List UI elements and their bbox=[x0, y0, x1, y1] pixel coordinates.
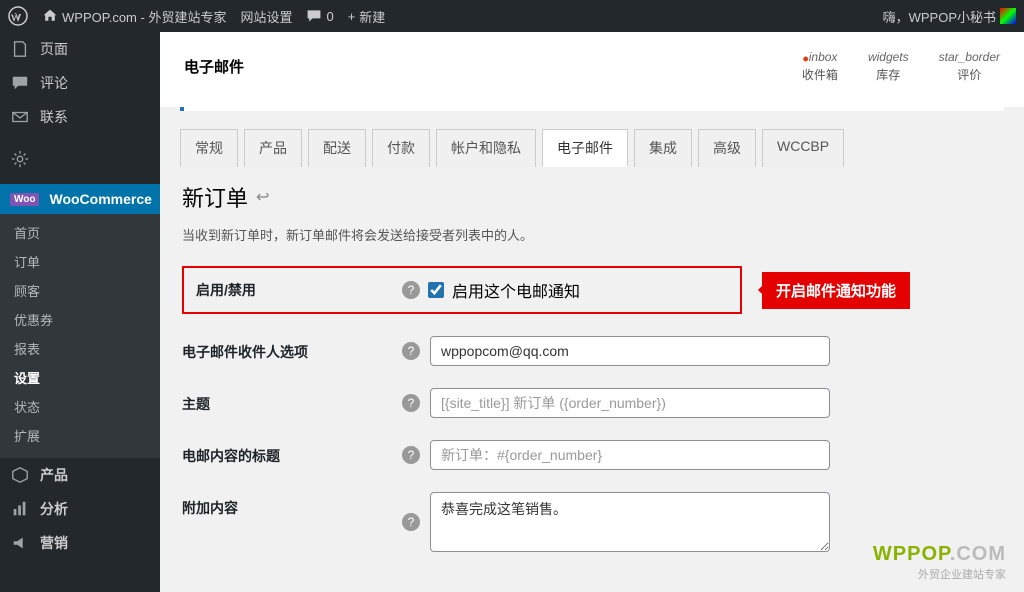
header-bar: 电子邮件 inbox 收件箱 widgets 库存 star_border 评价 bbox=[160, 32, 1024, 107]
comments-count: 0 bbox=[326, 9, 333, 24]
new-label: 新建 bbox=[359, 7, 385, 26]
recipient-label: 电子邮件收件人选项 bbox=[182, 336, 402, 362]
gear-icon bbox=[10, 149, 30, 169]
tab-wccbp[interactable]: WCCBP bbox=[762, 129, 844, 167]
sidebar-item-analytics[interactable]: 分析 bbox=[0, 492, 160, 526]
woocommerce-submenu: 首页 订单 顾客 优惠券 报表 设置 状态 扩展 bbox=[0, 214, 160, 458]
header-title: 电子邮件 bbox=[184, 56, 244, 77]
reviews-button[interactable]: star_border 评价 bbox=[939, 50, 1000, 83]
admin-bar: WPPOP.com - 外贸建站专家 网站设置 0 + 新建 嗨，WPPOP小秘… bbox=[0, 0, 1024, 32]
contact-icon bbox=[10, 107, 30, 127]
sub-home[interactable]: 首页 bbox=[0, 218, 160, 247]
tab-advanced[interactable]: 高级 bbox=[698, 129, 756, 167]
sub-customers[interactable]: 顾客 bbox=[0, 276, 160, 305]
main-content: 电子邮件 inbox 收件箱 widgets 库存 star_border 评价… bbox=[160, 32, 1024, 592]
enable-callout: 开启邮件通知功能 bbox=[762, 272, 910, 309]
tab-general[interactable]: 常规 bbox=[180, 129, 238, 167]
tab-integration[interactable]: 集成 bbox=[634, 129, 692, 167]
analytics-icon bbox=[10, 499, 30, 519]
settings-tabs: 常规 产品 配送 付款 帐户和隐私 电子邮件 集成 高级 WCCBP bbox=[160, 111, 1024, 167]
sidebar-label: 评论 bbox=[40, 73, 68, 93]
sidebar-item-contact[interactable]: 联系 bbox=[0, 100, 160, 134]
sub-extensions[interactable]: 扩展 bbox=[0, 421, 160, 450]
help-icon[interactable]: ? bbox=[402, 446, 420, 464]
widgets-button[interactable]: widgets 库存 bbox=[868, 50, 909, 83]
sidebar-item-products[interactable]: 产品 bbox=[0, 458, 160, 492]
sidebar-item-comments[interactable]: 评论 bbox=[0, 66, 160, 100]
tab-shipping[interactable]: 配送 bbox=[308, 129, 366, 167]
additional-label: 附加内容 bbox=[182, 492, 402, 518]
sidebar-label: 联系 bbox=[40, 107, 68, 127]
subject-label: 主题 bbox=[182, 388, 402, 414]
sidebar-item-settings-gear[interactable] bbox=[0, 142, 160, 176]
site-link[interactable]: WPPOP.com - 外贸建站专家 bbox=[42, 7, 226, 26]
sidebar-label: WooCommerce bbox=[49, 191, 151, 207]
heading-input[interactable] bbox=[430, 440, 830, 470]
enable-checkbox-label: 启用这个电邮通知 bbox=[452, 278, 580, 302]
sidebar-label: 分析 bbox=[40, 499, 68, 519]
plus-icon: + bbox=[348, 9, 356, 24]
wp-logo[interactable] bbox=[8, 6, 28, 26]
help-icon[interactable]: ? bbox=[402, 394, 420, 412]
user-greeting[interactable]: 嗨，WPPOP小秘书 bbox=[883, 7, 1016, 26]
heading-label: 电邮内容的标题 bbox=[182, 440, 402, 466]
greeting-text: 嗨，WPPOP小秘书 bbox=[883, 7, 996, 26]
sub-orders[interactable]: 订单 bbox=[0, 247, 160, 276]
star-text: 评价 bbox=[957, 66, 981, 83]
sidebar-label: 产品 bbox=[40, 465, 68, 485]
watermark-main: WPPOP bbox=[873, 543, 950, 565]
site-name: WPPOP.com - 外贸建站专家 bbox=[62, 7, 226, 26]
admin-sidebar: 页面 评论 联系 Woo WooCommerce 首页 订单 顾客 优惠券 报表… bbox=[0, 32, 160, 592]
tab-products[interactable]: 产品 bbox=[244, 129, 302, 167]
additional-textarea[interactable] bbox=[430, 492, 830, 552]
sub-coupons[interactable]: 优惠券 bbox=[0, 305, 160, 334]
site-settings-link[interactable]: 网站设置 bbox=[240, 7, 292, 26]
inbox-button[interactable]: inbox 收件箱 bbox=[802, 50, 838, 83]
watermark: WPPOP.COM 外贸企业建站专家 bbox=[873, 543, 1006, 582]
recipient-input[interactable] bbox=[430, 336, 830, 366]
sub-status[interactable]: 状态 bbox=[0, 392, 160, 421]
subject-input[interactable] bbox=[430, 388, 830, 418]
comments-icon bbox=[10, 73, 30, 93]
tab-payments[interactable]: 付款 bbox=[372, 129, 430, 167]
sub-reports[interactable]: 报表 bbox=[0, 334, 160, 363]
marketing-icon bbox=[10, 533, 30, 553]
products-icon bbox=[10, 465, 30, 485]
avatar bbox=[1000, 8, 1016, 24]
help-icon[interactable]: ? bbox=[402, 342, 420, 360]
sidebar-item-woocommerce[interactable]: Woo WooCommerce bbox=[0, 184, 160, 214]
comments-link[interactable]: 0 bbox=[306, 8, 333, 24]
enable-row-highlight: 启用/禁用 ? 启用这个电邮通知 bbox=[182, 266, 742, 314]
sub-settings[interactable]: 设置 bbox=[0, 363, 160, 392]
widgets-text: 库存 bbox=[876, 66, 900, 83]
help-icon[interactable]: ? bbox=[402, 513, 420, 531]
sidebar-item-marketing[interactable]: 营销 bbox=[0, 526, 160, 560]
new-content-link[interactable]: + 新建 bbox=[348, 7, 386, 26]
page-icon bbox=[10, 39, 30, 59]
woo-icon: Woo bbox=[10, 193, 39, 206]
sidebar-label: 页面 bbox=[40, 39, 68, 59]
sidebar-item-pages[interactable]: 页面 bbox=[0, 32, 160, 66]
sidebar-label: 营销 bbox=[40, 533, 68, 553]
widgets-icon-label: widgets bbox=[868, 50, 909, 64]
help-icon[interactable]: ? bbox=[402, 281, 420, 299]
watermark-com: .COM bbox=[950, 543, 1006, 565]
inbox-icon-label: inbox bbox=[802, 50, 837, 64]
tab-accounts[interactable]: 帐户和隐私 bbox=[436, 129, 536, 167]
page-body: 新订单 ↩ 当收到新订单时，新订单邮件将会发送给接受者列表中的人。 启用/禁用 … bbox=[160, 167, 1024, 588]
page-title: 新订单 ↩ bbox=[182, 181, 1002, 213]
back-link-icon[interactable]: ↩ bbox=[256, 187, 269, 207]
tab-emails[interactable]: 电子邮件 bbox=[542, 129, 628, 167]
enable-label: 启用/禁用 bbox=[196, 280, 402, 300]
star-icon-label: star_border bbox=[939, 50, 1000, 64]
page-h2-text: 新订单 bbox=[182, 181, 248, 213]
watermark-sub: 外贸企业建站专家 bbox=[873, 566, 1006, 582]
page-description: 当收到新订单时，新订单邮件将会发送给接受者列表中的人。 bbox=[182, 225, 1002, 244]
enable-checkbox[interactable] bbox=[428, 282, 444, 298]
